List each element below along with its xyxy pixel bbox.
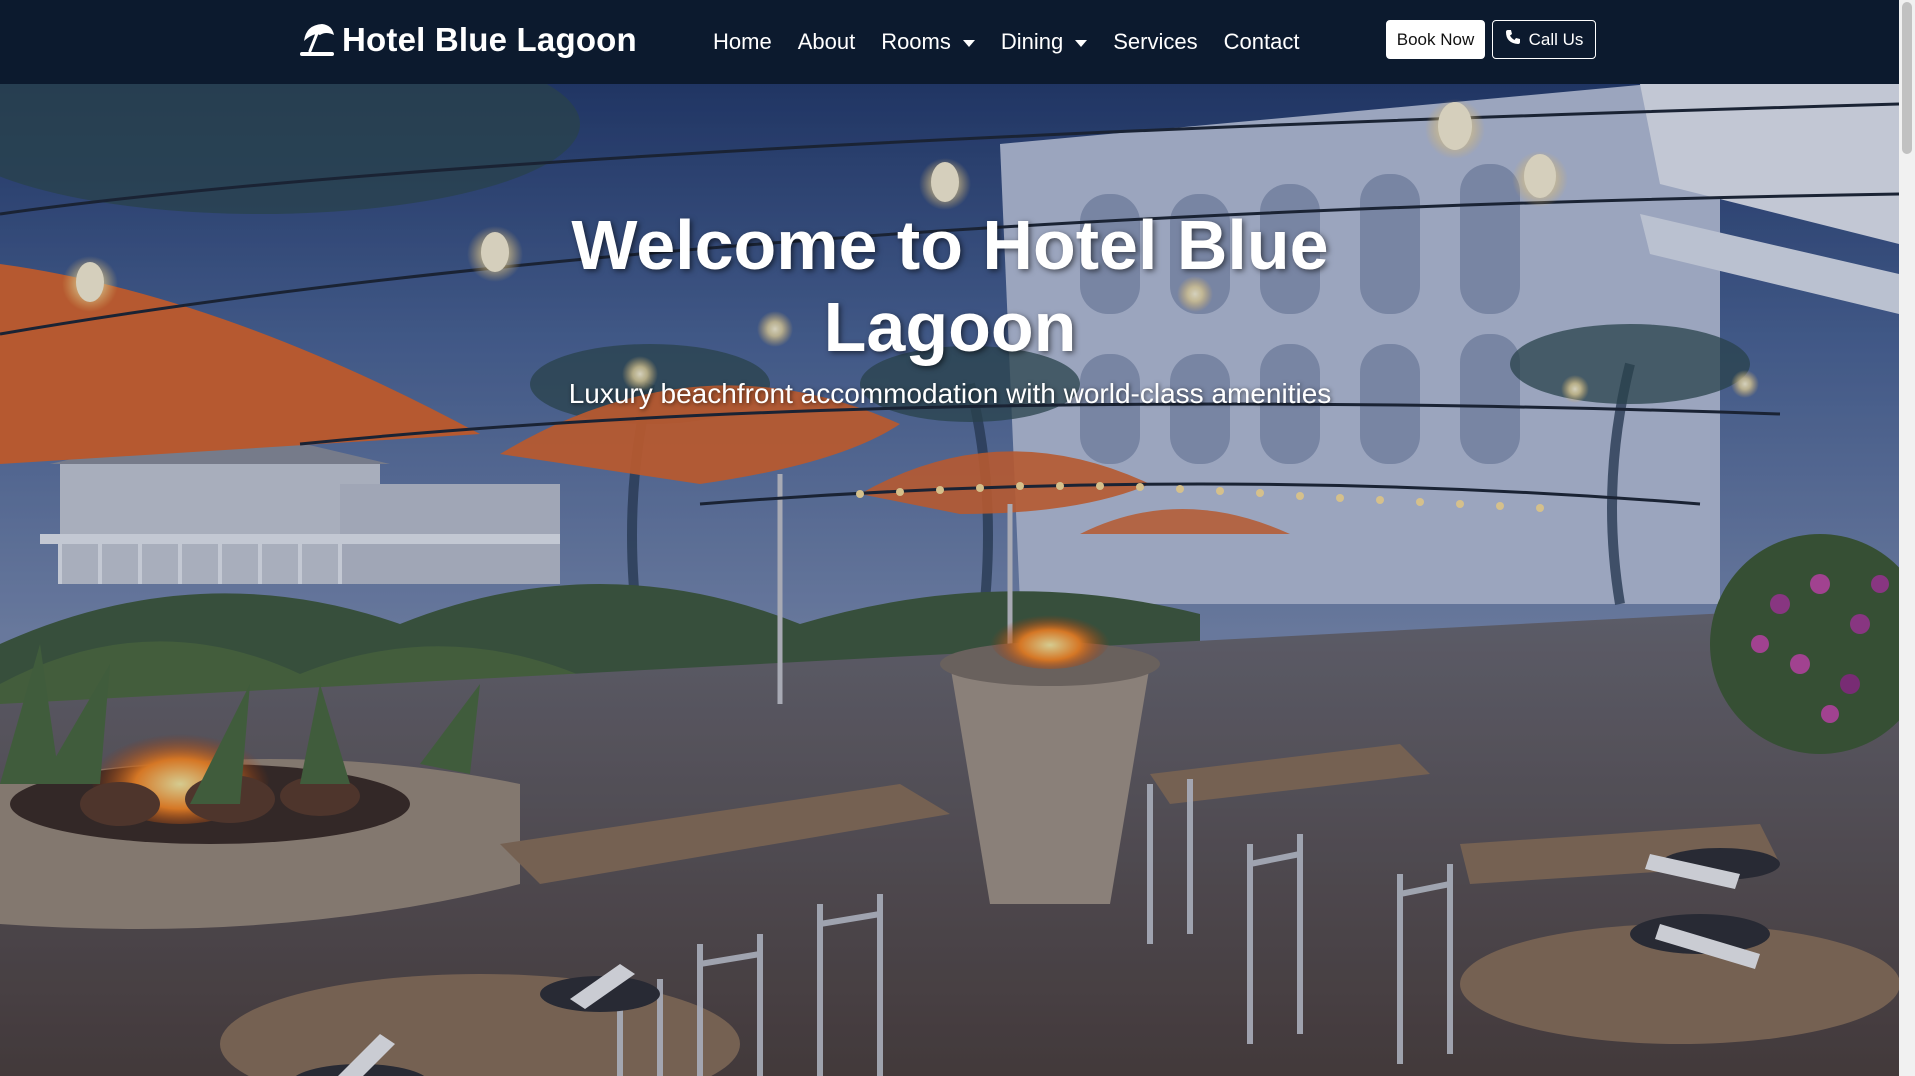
hero-subtitle: Luxury beachfront accommodation with wor… [568,378,1332,409]
top-navbar: Hotel Blue Lagoon Home About Rooms Dinin… [0,0,1899,84]
caret-down-icon [1075,39,1088,47]
call-us-label: Call Us [1528,29,1584,49]
nav-contact[interactable]: Contact [1211,0,1313,84]
nav-about[interactable]: About [785,0,869,84]
nav-services[interactable]: Services [1100,0,1210,84]
page-scrollbar[interactable] [1899,0,1915,1076]
phone-icon [1505,29,1521,50]
nav-rooms-dropdown[interactable]: Rooms [868,0,988,84]
hero-title: Welcome to Hotel Blue Lagoon [571,206,1329,366]
nav-links: Home About Rooms Dining Services Contact [700,0,1312,84]
caret-down-icon [962,39,975,47]
brand-link[interactable]: Hotel Blue Lagoon [298,18,637,62]
call-us-button[interactable]: Call Us [1492,20,1596,59]
nav-rooms-label: Rooms [881,29,951,54]
brand-name: Hotel Blue Lagoon [342,21,637,58]
nav-dining-label: Dining [1000,29,1064,54]
nav-contact-label: Contact [1223,29,1300,54]
umbrella-beach-icon [298,21,336,59]
nav-about-label: About [797,29,856,54]
nav-home[interactable]: Home [700,0,785,84]
hero-section: Welcome to Hotel Blue Lagoon Luxury beac… [0,84,1899,1076]
nav-services-label: Services [1113,29,1198,54]
book-now-button[interactable]: Book Now [1386,20,1485,59]
scrollbar-thumb[interactable] [1902,2,1912,154]
nav-home-label: Home [713,29,772,54]
nav-dining-dropdown[interactable]: Dining [988,0,1100,84]
